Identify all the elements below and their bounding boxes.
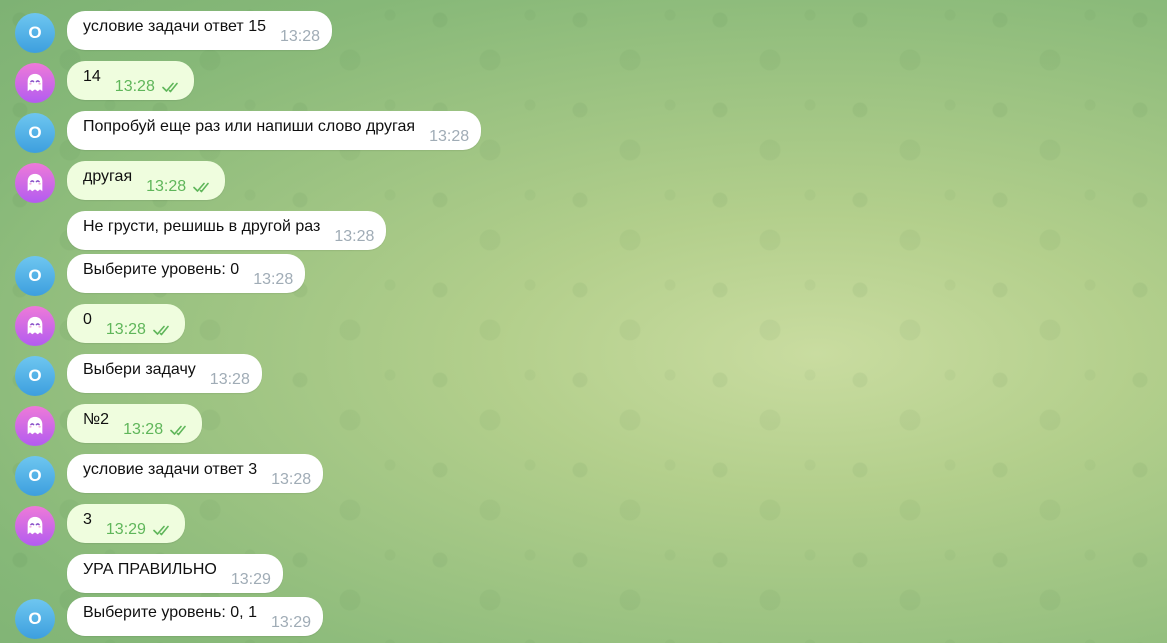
avatar-letter: O [28, 366, 42, 385]
user-avatar[interactable] [15, 406, 55, 446]
double-check-icon [193, 182, 209, 192]
bot-avatar[interactable]: O [15, 113, 55, 153]
user-avatar[interactable] [15, 306, 55, 346]
message-text: Выберите уровень: 0, 1 [83, 603, 257, 621]
avatar-letter: O [28, 609, 42, 628]
message-text: условие задачи ответ 15 [83, 17, 266, 35]
double-check-icon [153, 325, 169, 335]
message-text: 14 [83, 67, 101, 85]
message-time: 13:28 [429, 127, 470, 145]
ghost-icon [27, 73, 43, 92]
message-bubble[interactable]: 3 13:29 [67, 504, 185, 543]
message-bubble[interactable]: 14 13:28 [67, 61, 194, 100]
message-time: 13:28 [334, 227, 375, 245]
message-bubble[interactable]: условие задачи ответ 15 13:28 [67, 11, 333, 50]
avatar-letter: O [28, 466, 42, 485]
message-text: 3 [83, 510, 92, 528]
message-text: Не грусти, решишь в другой раз [83, 217, 321, 235]
message-time: 13:28 [279, 27, 321, 45]
message-bubble[interactable]: 0 13:28 [67, 304, 185, 343]
message-text: 0 [83, 310, 92, 328]
message-time: 13:28 [209, 370, 250, 388]
message-bubble[interactable]: Не грусти, решишь в другой раз 13:28 [67, 211, 387, 250]
message-text: №2 [83, 410, 110, 428]
avatar-letter: O [28, 266, 42, 285]
message-time: 13:28 [123, 420, 164, 438]
message-time: 13:28 [271, 470, 312, 488]
message-bubble[interactable]: №2 13:28 [67, 404, 203, 443]
double-check-icon [162, 82, 178, 92]
message-bubble[interactable]: условие задачи ответ 3 13:28 [67, 454, 324, 493]
message-text: УРА ПРАВИЛЬНО [83, 560, 217, 578]
ghost-icon [27, 316, 43, 335]
message-bubble[interactable]: Выберите уровень: 0 13:28 [67, 254, 306, 293]
message-time: 13:28 [253, 270, 294, 288]
avatar-letter: O [28, 23, 42, 42]
ghost-icon [27, 416, 43, 435]
message-text: условие задачи ответ 3 [83, 460, 258, 478]
message-bubble[interactable]: Попробуй еще раз или напиши слово другая… [67, 111, 482, 150]
bot-avatar[interactable]: O [15, 13, 55, 53]
user-avatar[interactable] [15, 63, 55, 103]
message-time: 13:29 [230, 570, 271, 588]
bot-avatar[interactable]: O [15, 256, 55, 296]
ghost-icon [27, 516, 43, 535]
message-text: Выбери задачу [83, 360, 196, 378]
message-time: 13:28 [114, 77, 155, 95]
bot-avatar[interactable]: O [15, 456, 55, 496]
message-bubble[interactable]: Выбери задачу 13:28 [67, 354, 262, 393]
message-time: 13:29 [270, 613, 312, 631]
message-text: другая [83, 167, 133, 185]
bot-avatar[interactable]: O [15, 599, 55, 639]
user-avatar[interactable] [15, 163, 55, 203]
message-bubble[interactable]: Выберите уровень: 0, 1 13:29 [67, 597, 324, 636]
message-bubble[interactable]: УРА ПРАВИЛЬНО 13:29 [67, 554, 283, 593]
message-text: Попробуй еще раз или напиши слово другая [83, 117, 416, 135]
message-bubble[interactable]: другая 13:28 [67, 161, 226, 200]
bot-avatar[interactable]: O [15, 356, 55, 396]
message-time: 13:28 [105, 320, 146, 338]
message-text: Выберите уровень: 0 [83, 260, 240, 278]
message-time: 13:28 [146, 177, 187, 195]
ghost-icon [27, 173, 43, 192]
avatar-letter: O [28, 123, 42, 142]
message-time: 13:29 [105, 520, 146, 538]
double-check-icon [170, 425, 186, 435]
double-check-icon [153, 525, 169, 535]
user-avatar[interactable] [15, 506, 55, 546]
